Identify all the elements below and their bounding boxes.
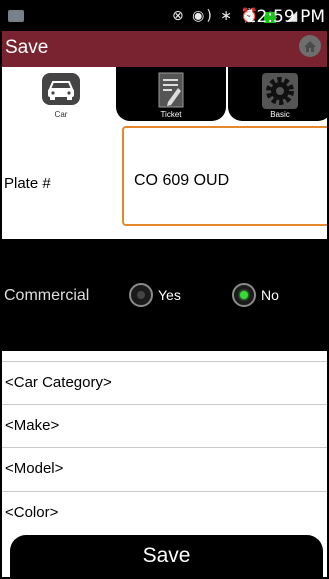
tab-ticket-label: Ticket bbox=[160, 110, 182, 119]
page-title: Save bbox=[5, 37, 49, 58]
save-button[interactable]: Save bbox=[10, 535, 323, 577]
make-label: <Make> bbox=[5, 417, 60, 434]
car-category-label: <Car Category> bbox=[5, 374, 112, 391]
title-bar: Save bbox=[2, 31, 327, 67]
app-screen: ⊗ ◉) ∗ ⏰ ≋ ◢ 12:59 PM Save Car Ticket Ba… bbox=[0, 0, 329, 579]
commercial-label: Commercial bbox=[4, 287, 90, 304]
ticket-icon bbox=[158, 72, 184, 115]
model-select[interactable]: <Model> bbox=[2, 447, 327, 489]
commercial-row: Commercial Yes No bbox=[2, 239, 327, 351]
status-time: 12:59 PM bbox=[245, 7, 325, 27]
plate-input[interactable]: CO 609 OUD bbox=[122, 126, 327, 226]
model-label: <Model> bbox=[5, 460, 64, 477]
plate-label: Plate # bbox=[4, 175, 51, 192]
tab-bar: Car Ticket Basic bbox=[2, 67, 327, 122]
commercial-yes-radio[interactable]: Yes bbox=[129, 283, 181, 307]
tab-car[interactable]: Car bbox=[30, 67, 92, 121]
car-category-select[interactable]: <Car Category> bbox=[2, 361, 327, 403]
home-icon[interactable] bbox=[299, 35, 321, 57]
tab-car-label: Car bbox=[54, 110, 68, 119]
color-label: <Color> bbox=[5, 504, 59, 521]
radio-off-icon bbox=[129, 283, 153, 307]
make-select[interactable]: <Make> bbox=[2, 404, 327, 446]
status-bar: ⊗ ◉) ∗ ⏰ ≋ ◢ 12:59 PM bbox=[2, 2, 327, 31]
tab-ticket[interactable]: Ticket bbox=[116, 67, 226, 121]
plate-row: Plate # CO 609 OUD bbox=[2, 122, 327, 239]
commercial-no-label: No bbox=[261, 287, 279, 303]
tab-basic[interactable]: Basic bbox=[228, 67, 327, 121]
radio-on-icon bbox=[232, 283, 256, 307]
gear-icon bbox=[261, 72, 299, 115]
commercial-no-radio[interactable]: No bbox=[232, 283, 279, 307]
color-select[interactable]: <Color> bbox=[2, 491, 327, 533]
notification-icon bbox=[8, 10, 24, 22]
car-icon bbox=[41, 72, 81, 111]
commercial-yes-label: Yes bbox=[158, 287, 181, 303]
tab-basic-label: Basic bbox=[270, 110, 290, 119]
